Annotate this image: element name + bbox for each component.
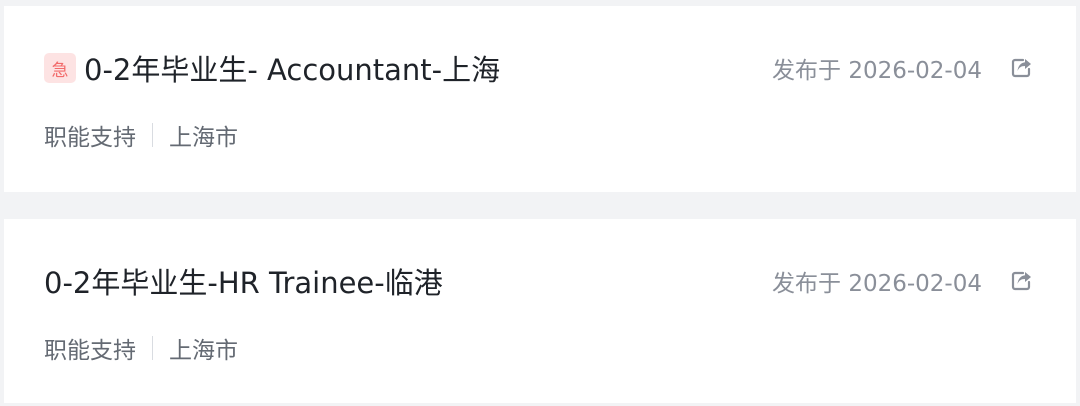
- tag-divider: [152, 123, 153, 147]
- job-category: 职能支持: [44, 338, 136, 364]
- job-location: 上海市: [169, 125, 238, 151]
- job-card[interactable]: 0-2年毕业生-HR Trainee-临港 发布于 2026-02-04 职能支…: [4, 219, 1076, 403]
- urgent-badge: 急: [44, 53, 76, 83]
- job-meta: 发布于 2026-02-04: [772, 51, 1036, 85]
- job-card[interactable]: 急 0-2年毕业生- Accountant-上海 发布于 2026-02-04 …: [4, 6, 1076, 192]
- publish-date: 发布于 2026-02-04: [772, 58, 982, 84]
- job-title[interactable]: 0-2年毕业生-HR Trainee-临港: [44, 260, 443, 302]
- job-list: 急 0-2年毕业生- Accountant-上海 发布于 2026-02-04 …: [0, 0, 1080, 406]
- share-icon[interactable]: [1008, 267, 1036, 295]
- job-tags: 职能支持 上海市: [44, 331, 238, 365]
- tag-divider: [152, 336, 153, 360]
- job-location: 上海市: [169, 338, 238, 364]
- share-icon[interactable]: [1008, 54, 1036, 82]
- job-tags: 职能支持 上海市: [44, 118, 238, 152]
- publish-date: 发布于 2026-02-04: [772, 271, 982, 297]
- job-title-row: 急 0-2年毕业生- Accountant-上海 发布于 2026-02-04: [44, 47, 1036, 89]
- job-meta: 发布于 2026-02-04: [772, 264, 1036, 298]
- job-title[interactable]: 0-2年毕业生- Accountant-上海: [84, 47, 500, 89]
- job-title-row: 0-2年毕业生-HR Trainee-临港 发布于 2026-02-04: [44, 260, 1036, 302]
- job-category: 职能支持: [44, 125, 136, 151]
